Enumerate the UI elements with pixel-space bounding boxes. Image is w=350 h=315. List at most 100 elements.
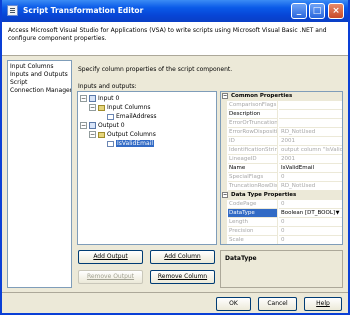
property-row[interactable]: Name IsValidEmail: [221, 164, 342, 173]
tree-node-output[interactable]: − Output 0: [80, 121, 125, 130]
collapse-icon[interactable]: −: [222, 93, 228, 99]
dropdown-arrow-icon[interactable]: ▼: [334, 210, 341, 217]
datatype-dropdown[interactable]: Boolean [DT_BOOL] ▼: [279, 209, 342, 218]
tree-node-input-columns[interactable]: − Input Columns: [89, 103, 151, 112]
ok-button[interactable]: OK: [216, 297, 251, 311]
nav-item-inputs-and-outputs[interactable]: Inputs and Outputs: [10, 71, 69, 79]
property-row-selected[interactable]: DataType Boolean [DT_BOOL] ▼: [221, 209, 342, 218]
property-row[interactable]: IdentificationString output column "IsVal…: [221, 146, 342, 155]
tree-node-input-column[interactable]: EmailAddress: [107, 112, 157, 121]
tree-label-input: Input 0: [98, 95, 120, 102]
property-value: 0: [279, 227, 342, 236]
property-row[interactable]: Precision 0: [221, 227, 342, 236]
nav-item-script[interactable]: Script: [10, 79, 69, 87]
minimize-button[interactable]: _: [291, 3, 307, 19]
property-name: Length: [228, 218, 278, 227]
window-title: Script Transformation Editor: [23, 6, 144, 15]
footer-divider: [2, 292, 348, 293]
property-description-title: DataType: [225, 255, 257, 262]
tree-node-output-column-selected[interactable]: IsValidEmail: [107, 139, 154, 148]
remove-column-label: Remove Column: [157, 273, 208, 280]
tree-label-input-column: EmailAddress: [116, 113, 157, 120]
page-navigation-list[interactable]: Input Columns Inputs and Outputs Script …: [7, 60, 72, 288]
tree-label-output-columns: Output Columns: [107, 131, 156, 138]
property-row[interactable]: Scale 0: [221, 236, 342, 244]
tree-node-input[interactable]: − Input 0: [80, 94, 119, 103]
property-value: RD_NotUsed: [279, 182, 342, 191]
property-name: ComparisonFlags: [228, 101, 278, 110]
collapse-icon[interactable]: −: [222, 192, 228, 198]
page-caption: Specify column properties of the script …: [78, 66, 233, 73]
property-value: 2001: [279, 137, 342, 146]
property-row[interactable]: LineageID 2001: [221, 155, 342, 164]
input-icon: [89, 95, 96, 102]
property-value: RD_NotUsed: [279, 128, 342, 137]
property-row[interactable]: Description: [221, 110, 342, 119]
title-bar[interactable]: Script Transformation Editor _ □ ×: [2, 0, 348, 22]
property-value[interactable]: [279, 110, 342, 119]
remove-output-button[interactable]: Remove Output: [78, 270, 143, 284]
description-banner: Access Microsoft Visual Studio for Appli…: [2, 22, 348, 56]
tree-label-input-columns: Input Columns: [107, 104, 151, 111]
property-description-panel: DataType: [220, 250, 343, 288]
property-row[interactable]: ErrorRowDispositionRD_NotUsed: [221, 128, 342, 137]
property-row[interactable]: ErrorOrTruncation: [221, 119, 342, 128]
collapse-icon[interactable]: −: [89, 131, 96, 138]
property-value[interactable]: IsValidEmail: [279, 164, 342, 173]
property-value: 0: [279, 236, 342, 244]
property-name: IdentificationString: [228, 146, 278, 155]
nav-item-input-columns[interactable]: Input Columns: [10, 63, 69, 71]
property-value: [279, 101, 342, 110]
add-output-button[interactable]: Add Output: [78, 250, 143, 264]
property-value: 0: [279, 218, 342, 227]
property-row[interactable]: ComparisonFlags: [221, 101, 342, 110]
category-data-type-properties[interactable]: − Data Type Properties: [221, 191, 342, 200]
property-name: Scale: [228, 236, 278, 244]
help-button[interactable]: Help: [304, 297, 342, 311]
property-grid[interactable]: − Common Properties ComparisonFlags Desc…: [220, 91, 343, 245]
ok-label: OK: [229, 300, 238, 307]
property-row[interactable]: SpecialFlags 0: [221, 173, 342, 182]
column-icon: [107, 113, 114, 120]
property-row[interactable]: CodePage 0: [221, 200, 342, 209]
collapse-icon[interactable]: −: [80, 95, 87, 102]
property-row[interactable]: Length 0: [221, 218, 342, 227]
inputs-outputs-tree[interactable]: − Input 0 − Input Columns EmailAddress − Ou…: [77, 91, 217, 245]
tree-label-output: Output 0: [98, 122, 125, 129]
folder-icon: [98, 131, 105, 138]
property-name: Name: [228, 164, 278, 173]
property-name: Precision: [228, 227, 278, 236]
property-row[interactable]: TruncationRowDispoRD_NotUsed: [221, 182, 342, 191]
property-value: 0: [279, 200, 342, 209]
collapse-icon[interactable]: −: [89, 104, 96, 111]
description-text: Access Microsoft Visual Studio for Appli…: [8, 27, 327, 42]
remove-column-button[interactable]: Remove Column: [150, 270, 215, 284]
property-name: LineageID: [228, 155, 278, 164]
property-name: TruncationRowDispo: [228, 182, 278, 191]
property-value: 0: [279, 173, 342, 182]
property-name: CodePage: [228, 200, 278, 209]
property-value: Boolean [DT_BOOL]: [281, 210, 336, 216]
nav-item-connection-managers[interactable]: Connection Managers: [10, 87, 71, 95]
maximize-button[interactable]: □: [309, 3, 325, 19]
output-icon: [89, 122, 96, 129]
property-name: ErrorRowDisposition: [228, 128, 278, 137]
cancel-button[interactable]: Cancel: [258, 297, 297, 311]
property-value: output column "IsValidE: [279, 147, 342, 155]
add-output-label: Add Output: [93, 253, 128, 260]
remove-output-label: Remove Output: [86, 273, 135, 280]
tree-node-output-columns[interactable]: − Output Columns: [89, 130, 156, 139]
folder-icon: [98, 104, 105, 111]
property-row[interactable]: ID 2001: [221, 137, 342, 146]
inputs-outputs-label: Inputs and outputs:: [78, 83, 137, 90]
property-name: Description: [228, 110, 278, 119]
close-button[interactable]: ×: [328, 3, 344, 19]
category-label: Data Type Properties: [231, 192, 297, 198]
tree-label-output-column: IsValidEmail: [116, 140, 154, 147]
add-column-button[interactable]: Add Column: [150, 250, 215, 264]
property-name: ErrorOrTruncation: [228, 119, 278, 128]
window-app-icon: [7, 5, 18, 16]
collapse-icon[interactable]: −: [80, 122, 87, 129]
category-common-properties[interactable]: − Common Properties: [221, 92, 342, 101]
script-transformation-editor-window: Script Transformation Editor _ □ × Acces…: [0, 0, 350, 315]
